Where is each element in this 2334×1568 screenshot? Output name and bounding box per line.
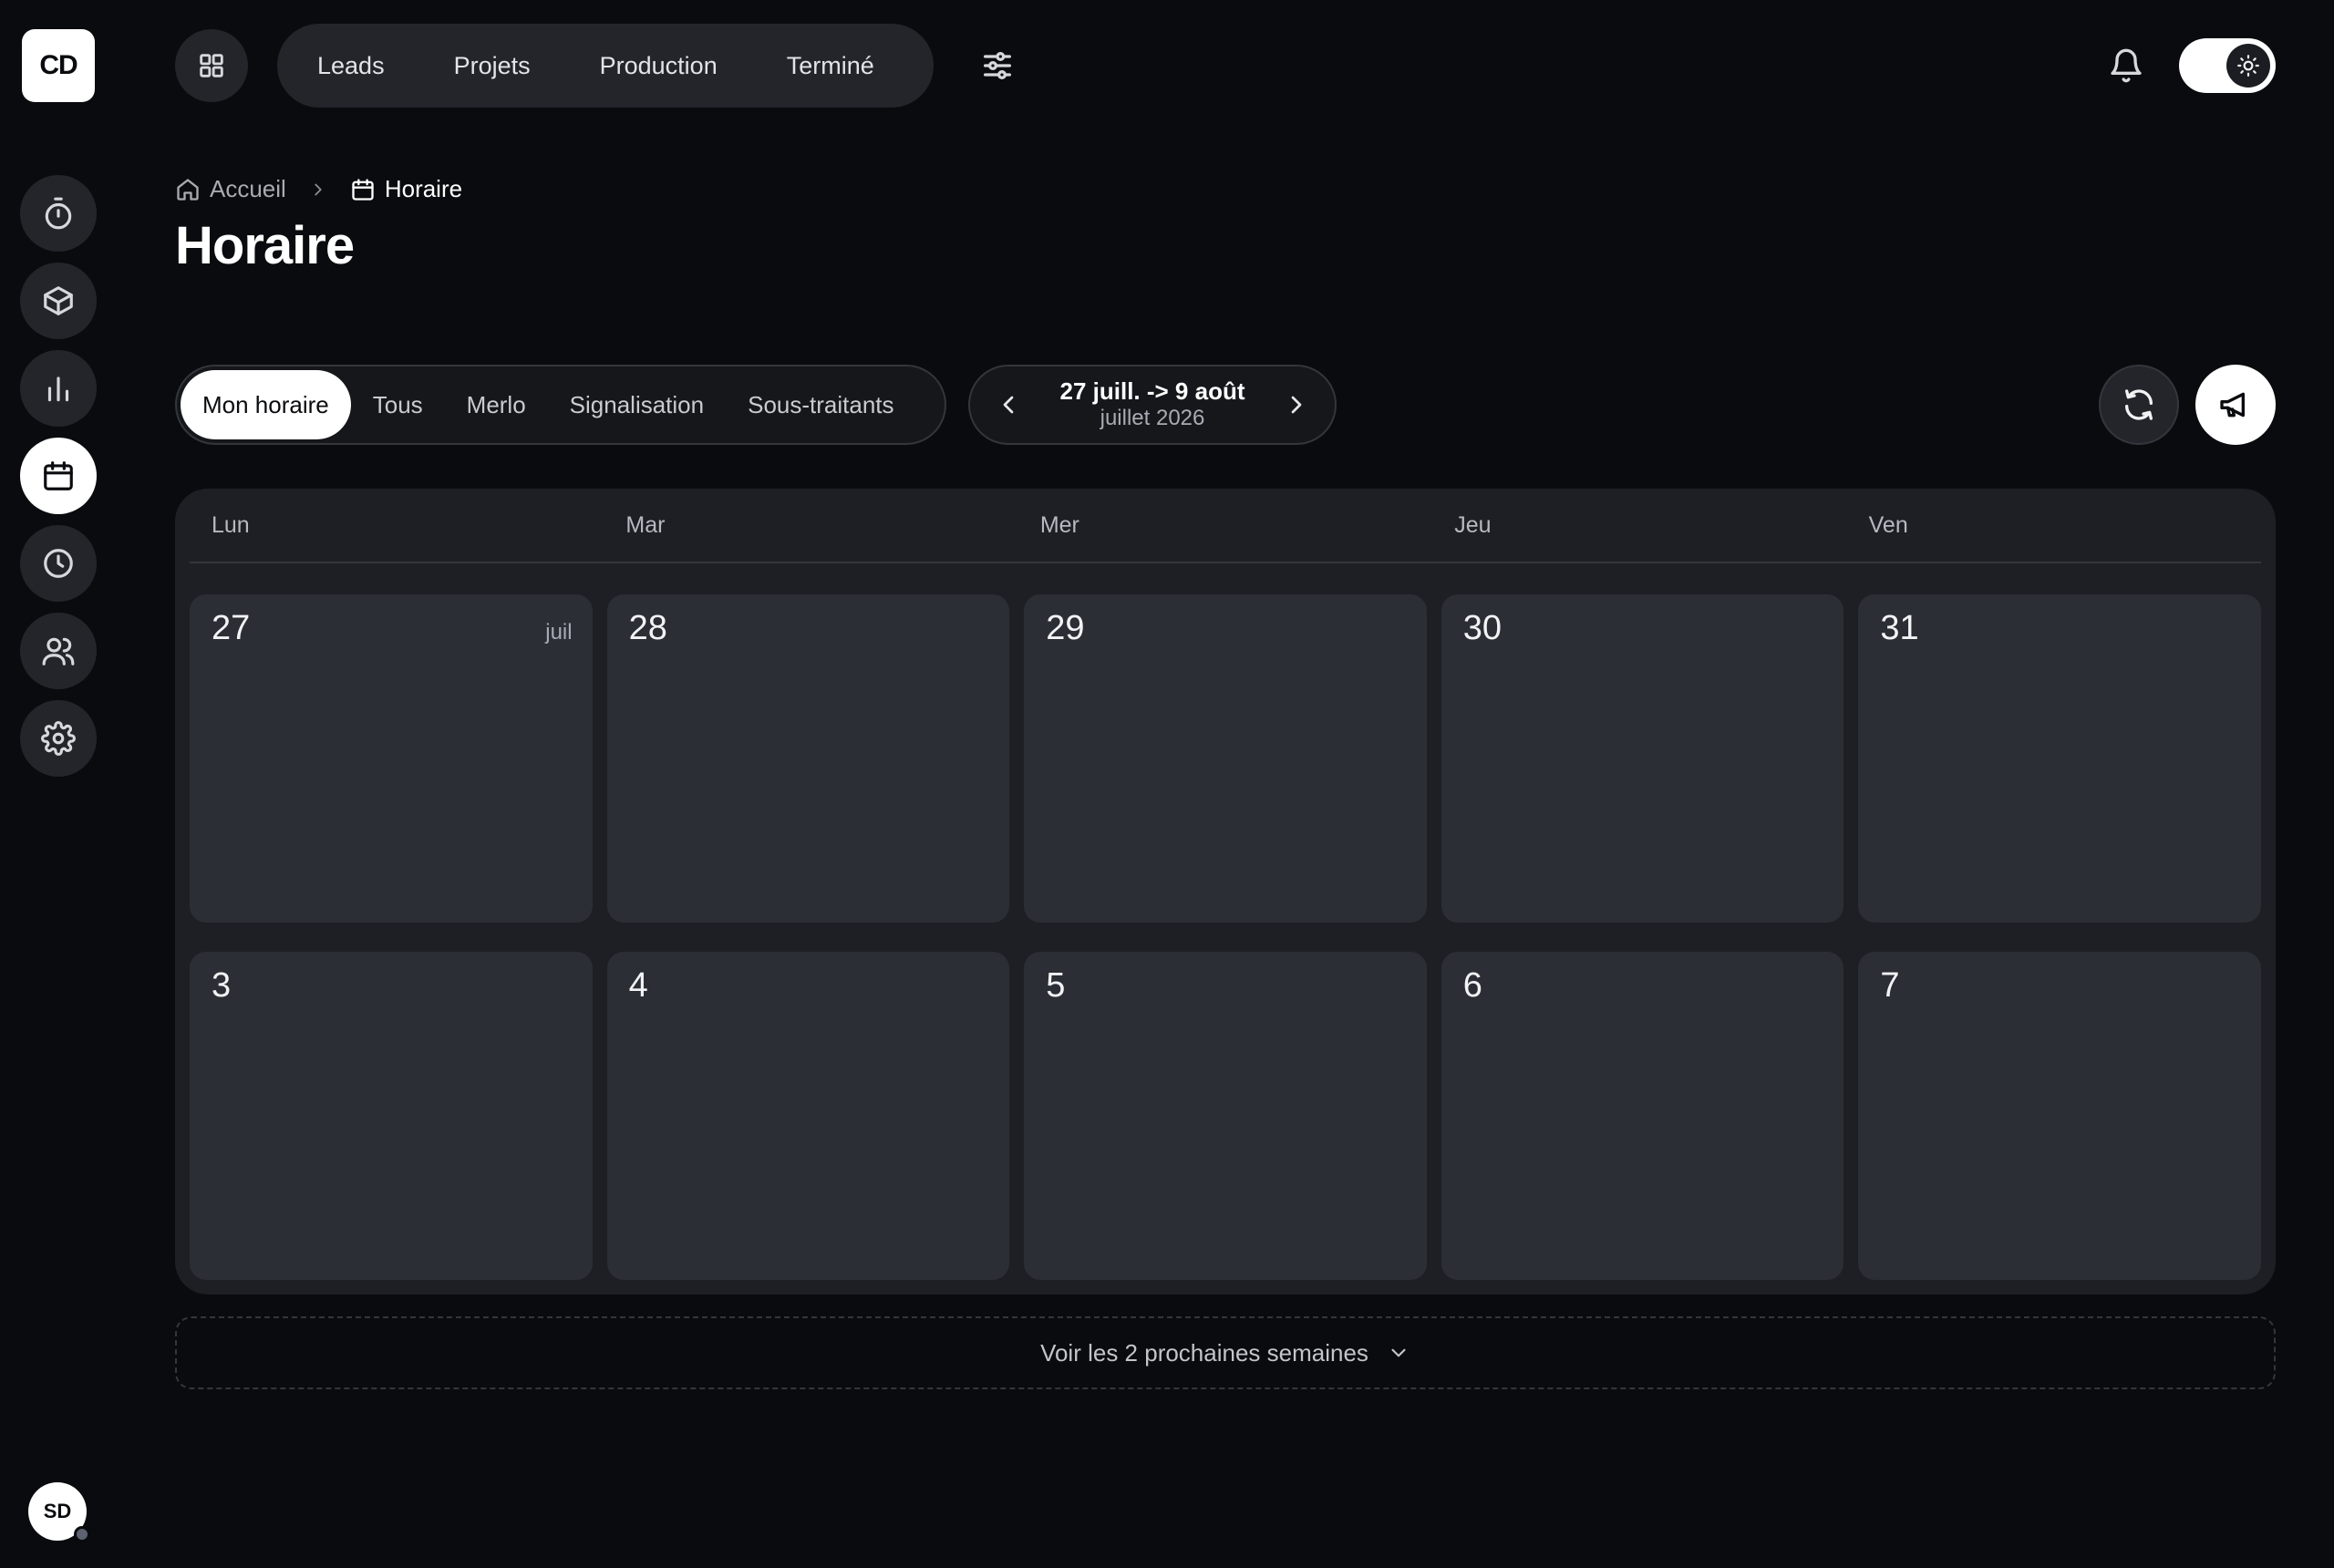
filter-tous[interactable]: Tous [351, 370, 445, 439]
sidebar-item-products[interactable] [20, 263, 97, 339]
toggle-knob [2226, 44, 2270, 88]
show-more-weeks-label: Voir les 2 prochaines semaines [1040, 1338, 1368, 1367]
breadcrumb-home[interactable]: Accueil [175, 175, 286, 203]
day-cell[interactable]: 28 [606, 594, 1010, 923]
tab-production[interactable]: Production [600, 52, 718, 80]
day-number: 31 [1880, 609, 1919, 647]
refresh-button[interactable] [2099, 365, 2179, 445]
calendar: Lun Mar Mer Jeu Ven 27 juil 28 29 30 31 … [175, 489, 2276, 1295]
breadcrumb-current-label: Horaire [384, 175, 463, 202]
page-title: Horaire [175, 216, 355, 275]
day-cell[interactable]: 4 [606, 952, 1010, 1280]
day-cell[interactable]: 6 [1441, 952, 1844, 1280]
day-grid: 27 juil 28 29 30 31 3 4 5 6 7 [190, 594, 2261, 1280]
day-number: 4 [628, 966, 648, 1005]
sun-icon [2237, 55, 2259, 77]
breadcrumb: Accueil Horaire [175, 175, 462, 203]
tab-projets[interactable]: Projets [454, 52, 531, 80]
home-icon [177, 178, 199, 201]
grid-icon [200, 54, 223, 77]
app-logo[interactable]: CD [22, 29, 95, 102]
show-more-weeks-button[interactable]: Voir les 2 prochaines semaines [175, 1316, 2276, 1389]
timer-icon [45, 197, 72, 230]
notifications-button[interactable] [2108, 46, 2144, 86]
clock-icon [44, 549, 73, 578]
breadcrumb-home-label: Accueil [210, 175, 286, 202]
sidebar-item-stats[interactable] [20, 350, 97, 427]
sidebar-item-schedule[interactable] [20, 438, 97, 514]
date-range-nav: 27 juill. -> 9 août juillet 2026 [968, 365, 1337, 445]
chevron-right-icon [315, 183, 322, 195]
date-range-label: 27 juill. -> 9 août juillet 2026 [1060, 377, 1245, 432]
tab-termine[interactable]: Terminé [787, 52, 874, 80]
weekday-header-row: Lun Mar Mer Jeu Ven [190, 489, 2261, 563]
day-month-label: juil [545, 620, 573, 645]
day-cell[interactable]: 7 [1858, 952, 2261, 1280]
sliders-icon [984, 52, 1011, 79]
bar-chart-icon [47, 377, 69, 402]
user-avatar[interactable]: SD [28, 1482, 90, 1542]
weekday-header: Mar [625, 511, 666, 538]
apps-grid-button[interactable] [175, 29, 248, 102]
sidebar-item-time[interactable] [20, 525, 97, 602]
filter-mon-horaire[interactable]: Mon horaire [181, 370, 351, 439]
sidebar-item-timer[interactable] [20, 175, 97, 252]
day-number: 3 [212, 966, 232, 1005]
day-cell[interactable]: 30 [1441, 594, 1844, 923]
tab-leads[interactable]: Leads [317, 52, 385, 80]
chevron-right-icon[interactable] [1282, 390, 1311, 419]
day-number: 6 [1462, 966, 1482, 1005]
filter-signalisation[interactable]: Signalisation [548, 370, 726, 439]
sidebar-nav [20, 175, 97, 777]
date-range-sub: juillet 2026 [1100, 406, 1205, 431]
day-number: 30 [1462, 609, 1503, 647]
sidebar-item-users[interactable] [20, 613, 97, 689]
bell-icon [2111, 48, 2142, 83]
filter-sous-traitants[interactable]: Sous-traitants [726, 370, 915, 439]
day-number: 7 [1880, 966, 1900, 1005]
weekday-header: Mer [1039, 511, 1079, 538]
calendar-icon [352, 178, 374, 201]
date-range-main: 27 juill. -> 9 août [1059, 377, 1245, 405]
calendar-icon [44, 461, 73, 490]
refresh-icon [2125, 389, 2153, 420]
user-initials: SD [43, 1500, 72, 1522]
users-icon [42, 637, 75, 665]
day-number: 28 [628, 609, 667, 647]
day-number: 29 [1046, 609, 1085, 647]
weekday-header: Ven [1868, 511, 1908, 538]
day-cell[interactable]: 5 [1024, 952, 1427, 1280]
user-status-dot [74, 1526, 90, 1542]
day-cell[interactable]: 29 [1024, 594, 1427, 923]
top-tabs: Leads Projets Production Terminé [277, 24, 934, 108]
breadcrumb-current: Horaire [350, 175, 462, 203]
chevron-left-icon[interactable] [994, 390, 1023, 419]
filter-merlo[interactable]: Merlo [445, 370, 548, 439]
day-cell[interactable]: 27 juil [190, 594, 593, 923]
megaphone-icon [2220, 392, 2245, 418]
theme-toggle[interactable] [2179, 38, 2276, 93]
weekday-header: Jeu [1454, 511, 1492, 538]
day-cell[interactable]: 3 [190, 952, 593, 1280]
announcement-button[interactable] [2195, 365, 2276, 445]
weekday-header: Lun [212, 511, 250, 538]
schedule-filter: Mon horaire Tous Merlo Signalisation Sou… [175, 365, 946, 445]
sidebar-item-settings[interactable] [20, 700, 97, 777]
chevron-down-icon [1391, 1348, 1406, 1357]
filters-button[interactable] [979, 47, 1016, 84]
day-number: 5 [1046, 966, 1066, 1005]
box-icon [44, 286, 73, 315]
day-cell[interactable]: 31 [1858, 594, 2261, 923]
day-number: 27 [212, 609, 251, 647]
gear-icon [41, 721, 76, 756]
